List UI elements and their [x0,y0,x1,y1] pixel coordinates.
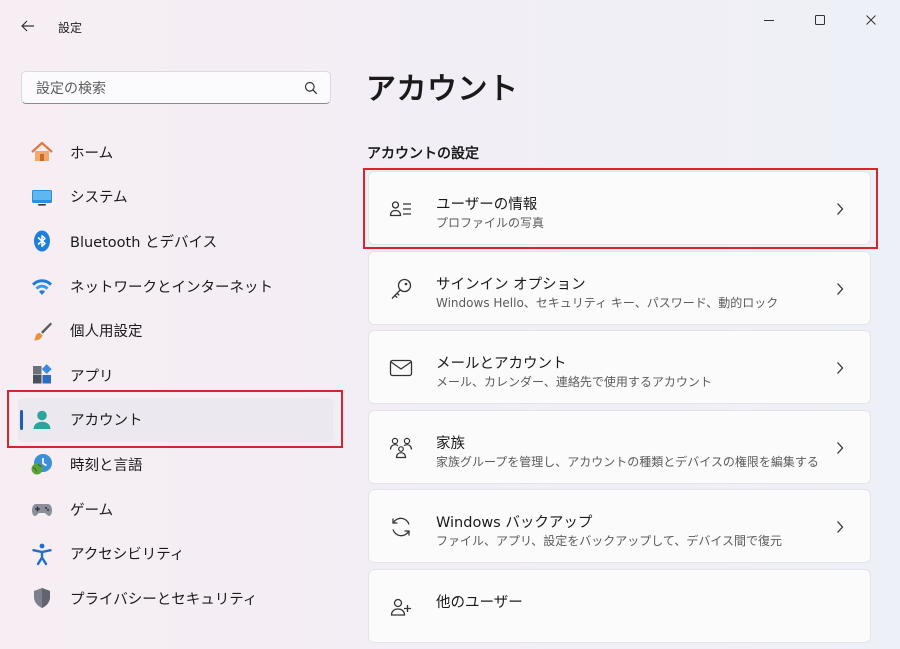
sidebar-item-label: アプリ [70,368,114,385]
search-box[interactable] [21,71,331,105]
sidebar-nav: ホーム システム Bluetooth とデバイス ネットワークとインターネット … [18,130,338,621]
card-other-users[interactable]: 他のユーザー [368,568,871,643]
maximize-icon [815,15,825,25]
chevron-right-icon [837,282,844,295]
minimize-button[interactable] [746,6,792,34]
page-title: アカウント [366,72,519,107]
accessibility-icon [30,542,54,566]
card-title: 他のユーザー [436,594,523,611]
apps-icon [30,363,54,387]
card-title: 家族 [436,435,465,452]
app-title: 設定 [58,21,83,35]
bluetooth-icon [30,229,54,253]
section-title: アカウントの設定 [367,146,479,162]
card-windows-backup[interactable]: Windows バックアップ ファイル、アプリ、設定をバックアップして、デバイス… [368,489,871,564]
sidebar-item-label: Bluetooth とデバイス [70,234,218,251]
family-icon [389,436,413,460]
sync-icon [389,515,413,539]
maximize-button[interactable] [797,6,843,34]
card-subtitle: ファイル、アプリ、設定をバックアップして、デバイス間で復元 [436,534,782,549]
sidebar-item-home[interactable]: ホーム [18,130,338,175]
sidebar-item-privacy[interactable]: プライバシーとセキュリティ [18,576,338,621]
card-sign-in-options[interactable]: サインイン オプション Windows Hello、セキュリティ キー、パスワー… [368,250,871,325]
sidebar-item-label: システム [70,190,128,207]
back-button[interactable] [14,12,42,40]
card-title: Windows バックアップ [436,515,593,532]
chevron-right-icon [837,362,844,375]
sidebar-item-label: 個人用設定 [70,324,143,341]
back-arrow-icon [21,20,34,32]
mail-icon [389,356,413,380]
close-button[interactable] [848,6,894,34]
highlight-box-nav [7,390,343,448]
paintbrush-icon [30,319,54,343]
sidebar-item-label: プライバシーとセキュリティ [70,591,258,608]
gamepad-icon [30,497,54,521]
sidebar-item-bluetooth[interactable]: Bluetooth とデバイス [18,219,338,264]
title-bar: 設定 [0,0,900,40]
close-icon [866,15,876,25]
card-family[interactable]: 家族 家族グループを管理し、アカウントの種類とデバイスの権限を編集する [368,409,871,484]
card-title: メールとアカウント [436,356,567,373]
sidebar-item-accessibility[interactable]: アクセシビリティ [18,531,338,576]
sidebar-item-label: ネットワークとインターネット [70,279,273,296]
sidebar-item-system[interactable]: システム [18,175,338,220]
clock-globe-icon [30,452,54,476]
sidebar-item-label: 時刻と言語 [70,457,143,474]
chevron-right-icon [837,441,844,454]
key-icon [389,277,413,301]
home-icon [30,140,54,164]
shield-icon [30,586,54,610]
sidebar-item-label: ゲーム [70,502,114,519]
card-title: サインイン オプション [436,276,586,293]
sidebar-item-label: アクセシビリティ [70,547,185,564]
card-subtitle: 家族グループを管理し、アカウントの種類とデバイスの権限を編集する [436,454,819,469]
sidebar-item-gaming[interactable]: ゲーム [18,487,338,532]
sidebar-item-network[interactable]: ネットワークとインターネット [18,264,338,309]
card-email-accounts[interactable]: メールとアカウント メール、カレンダー、連絡先で使用するアカウント [368,330,871,405]
sidebar-item-label: ホーム [70,145,114,162]
sidebar-item-personalization[interactable]: 個人用設定 [18,308,338,353]
card-subtitle: Windows Hello、セキュリティ キー、パスワード、動的ロック [436,295,779,310]
other-users-icon [389,595,413,619]
sidebar-item-time-language[interactable]: 時刻と言語 [18,442,338,487]
card-subtitle: メール、カレンダー、連絡先で使用するアカウント [436,375,712,390]
highlight-box-card [363,168,878,249]
minimize-icon [764,20,774,21]
monitor-icon [30,185,54,209]
chevron-right-icon [837,521,844,534]
search-icon[interactable] [304,81,318,95]
wifi-icon [30,274,54,298]
search-input[interactable] [34,72,298,105]
